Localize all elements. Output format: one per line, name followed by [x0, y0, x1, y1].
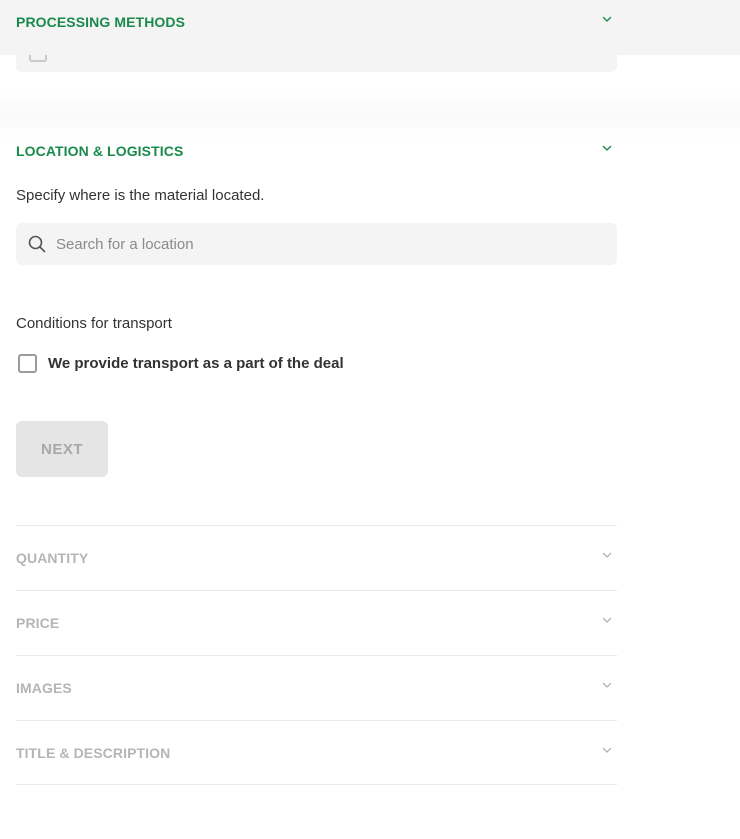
chevron-down-icon[interactable]	[602, 143, 612, 153]
section-title-description[interactable]: TITLE & DESCRIPTION	[16, 720, 617, 784]
transport-checkbox[interactable]	[18, 353, 37, 373]
chevron-down-icon	[602, 550, 612, 560]
section-quantity[interactable]: QUANTITY	[16, 525, 617, 589]
chevron-down-icon[interactable]	[602, 14, 612, 24]
section-title-title-description: TITLE & DESCRIPTION	[16, 745, 171, 761]
location-search-input[interactable]	[54, 223, 606, 265]
transport-option[interactable]: We provide transport as a part of the de…	[18, 352, 344, 374]
section-title-quantity: QUANTITY	[16, 550, 89, 566]
section-title-processing-methods: PROCESSING METHODS	[16, 14, 186, 30]
section-images[interactable]: IMAGES	[16, 655, 617, 719]
search-icon	[28, 235, 46, 253]
section-title-location[interactable]: LOCATION & LOGISTICS	[16, 143, 183, 159]
location-description: Specify where is the material located.	[16, 187, 265, 204]
section-title-price: PRICE	[16, 615, 60, 631]
location-search[interactable]	[16, 223, 617, 265]
transport-option-label: We provide transport as a part of the de…	[48, 354, 344, 372]
chevron-down-icon	[602, 680, 612, 690]
section-separator	[0, 90, 740, 140]
chevron-down-icon	[602, 615, 612, 625]
processing-methods-header[interactable]: PROCESSING METHODS	[0, 0, 740, 55]
divider	[16, 784, 617, 785]
chevron-down-icon	[602, 745, 612, 755]
transport-conditions-label: Conditions for transport	[16, 315, 172, 332]
next-button[interactable]: NEXT	[16, 421, 108, 477]
section-title-images: IMAGES	[16, 680, 72, 696]
section-price[interactable]: PRICE	[16, 590, 617, 654]
